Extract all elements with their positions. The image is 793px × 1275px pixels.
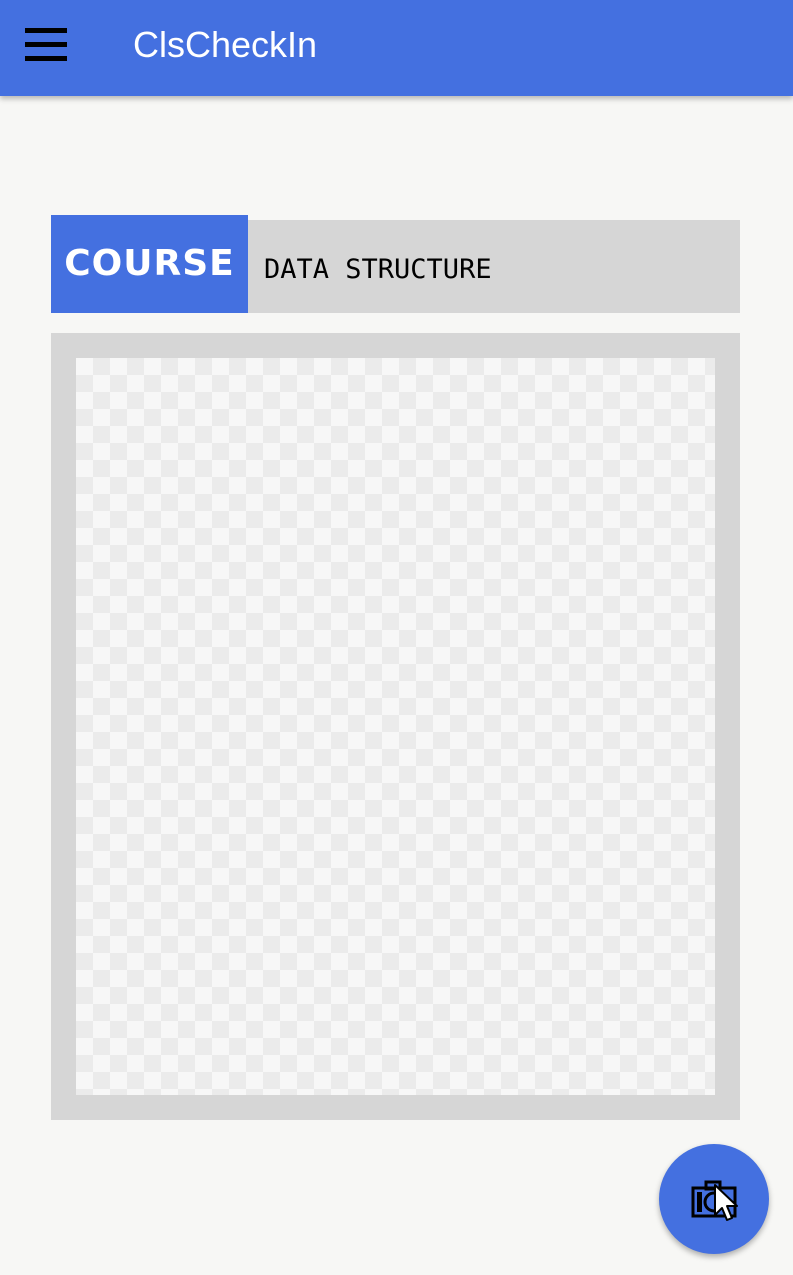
take-photo-button[interactable] (659, 1144, 769, 1254)
camera-icon (691, 1180, 737, 1218)
menu-button[interactable] (20, 24, 72, 68)
course-row: COURSE DATA STRUCTURE (51, 215, 740, 313)
photo-preview-placeholder (76, 358, 715, 1095)
hamburger-menu-icon (25, 28, 67, 33)
app-title: ClsCheckIn (133, 24, 318, 65)
hamburger-menu-icon-bar-3 (25, 56, 67, 61)
course-label: COURSE (64, 243, 235, 284)
hamburger-menu-icon-bar-2 (25, 42, 67, 47)
photo-preview-frame (51, 333, 740, 1120)
course-name: DATA STRUCTURE (264, 254, 492, 285)
app-bar: ClsCheckIn (0, 0, 793, 96)
course-value-field: DATA STRUCTURE (248, 220, 740, 313)
course-label-badge: COURSE (51, 215, 248, 313)
